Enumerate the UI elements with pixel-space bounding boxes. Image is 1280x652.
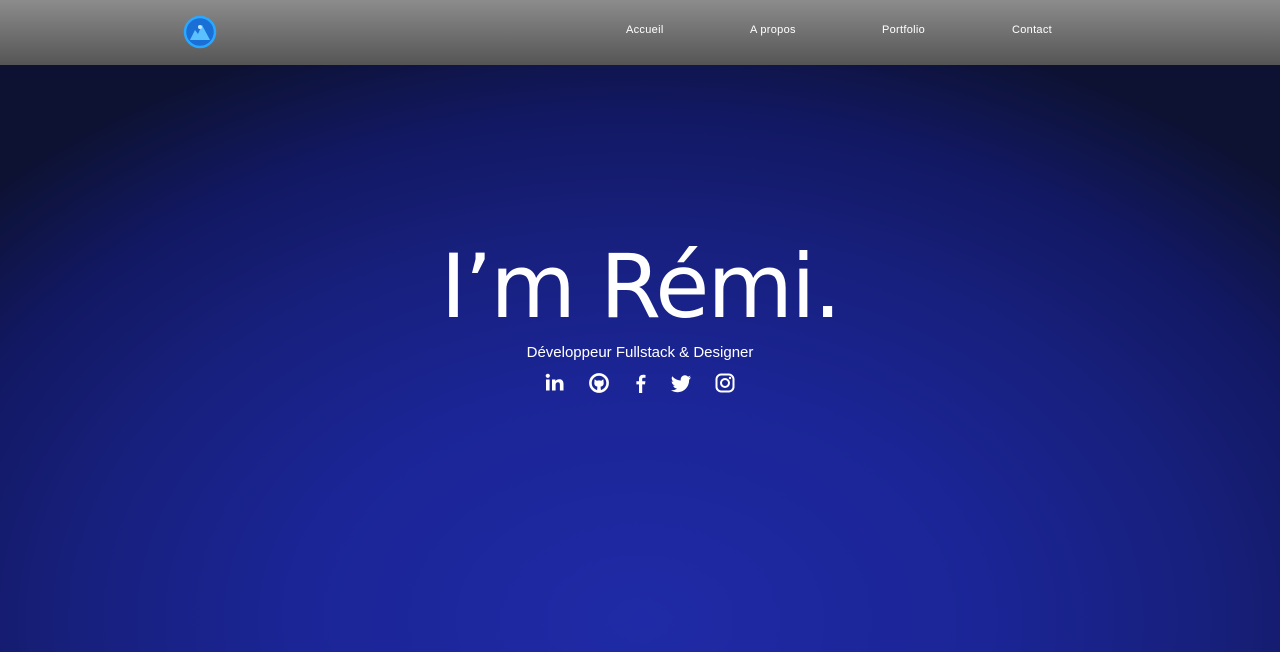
twitter-icon[interactable] <box>670 372 692 394</box>
nav-link-portfolio[interactable]: Portfolio <box>882 24 925 36</box>
main-nav: Accueil A propos Portfolio Contact <box>0 0 1280 65</box>
linkedin-icon[interactable] <box>544 372 566 394</box>
hero-title: I’m Rémi. <box>440 235 841 338</box>
instagram-icon[interactable] <box>714 372 736 394</box>
social-links <box>544 372 736 396</box>
hero-section: I’m Rémi. Développeur Fullstack & Design… <box>0 65 1280 652</box>
nav-link-contact[interactable]: Contact <box>1012 24 1052 36</box>
page: Accueil A propos Portfolio Contact I’m R… <box>0 0 1280 652</box>
nav-link-accueil[interactable]: Accueil <box>626 24 664 36</box>
facebook-icon[interactable] <box>630 372 652 394</box>
navbar: Accueil A propos Portfolio Contact <box>0 0 1280 65</box>
hero-subtitle: Développeur Fullstack & Designer <box>526 344 754 361</box>
nav-link-a-propos[interactable]: A propos <box>750 24 796 36</box>
github-icon[interactable] <box>588 372 610 394</box>
